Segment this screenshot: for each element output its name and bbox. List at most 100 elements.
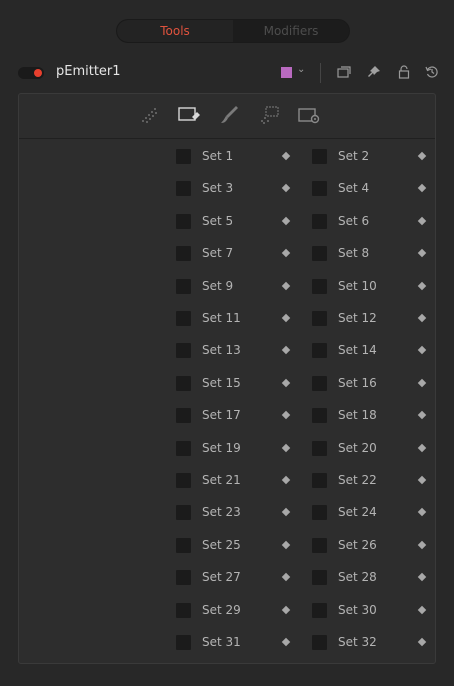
set-checkbox[interactable] [176, 635, 191, 650]
set-row: Set 21 Set 22 [19, 468, 435, 492]
keyframe-icon[interactable] [417, 637, 427, 647]
sets-icon[interactable] [177, 104, 201, 126]
set-row: Set 29 Set 30 [19, 598, 435, 622]
keyframe-icon[interactable] [417, 281, 427, 290]
keyframe-icon[interactable] [417, 443, 427, 452]
tool-color-swatch[interactable] [281, 67, 292, 78]
chevron-down-icon[interactable]: ⌄ [297, 64, 305, 75]
keyframe-icon[interactable] [281, 216, 291, 226]
set-checkbox[interactable] [312, 635, 327, 650]
set-checkbox[interactable] [312, 181, 327, 197]
divider [320, 63, 321, 83]
tab-tools[interactable]: Tools [117, 20, 233, 42]
inspector-panel: Set 1 Set 2 Set 3 Set 4 Set 5 Set 6 Set 7 Set 8… [18, 93, 436, 664]
keyframe-icon[interactable] [281, 540, 291, 550]
keyframe-icon[interactable] [417, 410, 427, 420]
set-label: Set 27 [202, 570, 241, 585]
keyframe-icon[interactable] [281, 572, 291, 582]
brush-icon[interactable] [217, 104, 241, 126]
set-checkbox[interactable] [176, 311, 191, 326]
keyframe-icon[interactable] [417, 540, 427, 550]
set-label: Set 13 [202, 343, 241, 358]
keyframe-icon[interactable] [281, 443, 291, 452]
keyframe-icon[interactable] [281, 475, 291, 485]
set-label: Set 15 [202, 375, 241, 390]
keyframe-icon[interactable] [281, 346, 291, 355]
pin-icon[interactable] [366, 64, 382, 80]
keyframe-icon[interactable] [417, 184, 427, 193]
keyframe-icon[interactable] [417, 346, 427, 355]
view-icon[interactable] [336, 64, 352, 80]
gear-icon[interactable] [297, 104, 321, 126]
tab-modifiers[interactable]: Modifiers [233, 20, 349, 42]
keyframe-icon[interactable] [281, 378, 291, 388]
keyframe-icon[interactable] [417, 508, 427, 517]
set-row: Set 15 Set 16 [19, 371, 435, 395]
set-label: Set 5 [202, 213, 234, 228]
set-checkbox[interactable] [312, 343, 327, 359]
set-checkbox[interactable] [176, 181, 191, 197]
set-label: Set 9 [202, 278, 234, 293]
set-label: Set 22 [338, 473, 377, 487]
set-checkbox[interactable] [312, 246, 327, 262]
set-row: Set 27 Set 28 [19, 565, 435, 589]
set-checkbox[interactable] [312, 440, 327, 456]
set-checkbox[interactable] [312, 375, 327, 391]
set-checkbox[interactable] [312, 570, 327, 586]
set-checkbox[interactable] [176, 278, 191, 294]
keyframe-icon[interactable] [281, 151, 291, 161]
set-checkbox[interactable] [176, 343, 191, 359]
keyframe-icon[interactable] [281, 637, 291, 647]
region-icon[interactable] [257, 104, 281, 126]
set-checkbox[interactable] [312, 537, 327, 553]
set-label: Set 24 [338, 505, 377, 520]
keyframe-icon[interactable] [417, 605, 427, 614]
set-checkbox[interactable] [176, 246, 191, 262]
tool-enable-toggle[interactable] [18, 67, 44, 79]
keyframe-icon[interactable] [417, 572, 427, 582]
keyframe-icon[interactable] [417, 378, 427, 388]
set-checkbox[interactable] [312, 311, 327, 326]
keyframe-icon[interactable] [417, 216, 427, 226]
set-checkbox[interactable] [176, 473, 191, 488]
keyframe-icon[interactable] [281, 605, 291, 614]
set-checkbox[interactable] [312, 408, 327, 424]
reset-icon[interactable] [424, 64, 440, 80]
set-row: Set 31 Set 32 [19, 630, 435, 654]
set-checkbox[interactable] [176, 213, 191, 229]
keyframe-icon[interactable] [281, 184, 291, 193]
keyframe-icon[interactable] [417, 248, 427, 258]
set-checkbox[interactable] [176, 505, 191, 521]
keyframe-icon[interactable] [417, 313, 427, 323]
keyframe-icon[interactable] [417, 475, 427, 485]
keyframe-icon[interactable] [281, 313, 291, 323]
set-row: Set 1 Set 2 [19, 144, 435, 168]
set-row: Set 19 Set 20 [19, 436, 435, 460]
lock-icon[interactable] [396, 64, 412, 80]
set-checkbox[interactable] [176, 408, 191, 424]
set-label: Set 3 [202, 181, 234, 196]
keyframe-icon[interactable] [417, 151, 427, 161]
set-checkbox[interactable] [176, 375, 191, 391]
set-checkbox[interactable] [176, 602, 191, 618]
keyframe-icon[interactable] [281, 410, 291, 420]
set-checkbox[interactable] [176, 149, 191, 164]
keyframe-icon[interactable] [281, 281, 291, 290]
keyframe-icon[interactable] [281, 508, 291, 517]
set-label: Set 18 [338, 408, 377, 423]
tool-header: pEmitter1 ⌄ [0, 58, 454, 88]
set-checkbox[interactable] [312, 149, 327, 164]
set-checkbox[interactable] [312, 505, 327, 521]
set-label: Set 12 [338, 311, 377, 325]
set-checkbox[interactable] [176, 440, 191, 456]
set-checkbox[interactable] [176, 537, 191, 553]
set-row: Set 9 Set 10 [19, 274, 435, 298]
keyframe-icon[interactable] [281, 248, 291, 258]
set-row: Set 11 Set 12 [19, 306, 435, 330]
set-checkbox[interactable] [312, 602, 327, 618]
particles-icon[interactable] [137, 104, 161, 126]
set-checkbox[interactable] [312, 278, 327, 294]
set-checkbox[interactable] [176, 570, 191, 586]
set-checkbox[interactable] [312, 213, 327, 229]
set-checkbox[interactable] [312, 473, 327, 488]
